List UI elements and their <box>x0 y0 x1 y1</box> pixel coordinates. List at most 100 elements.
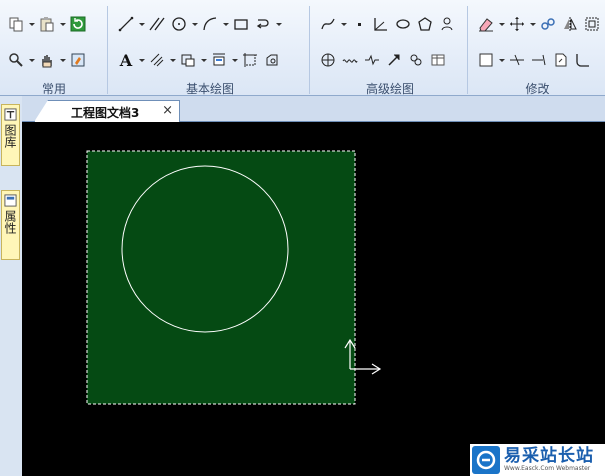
hatch-dropdown[interactable] <box>169 50 176 70</box>
move-button[interactable] <box>507 14 527 34</box>
move-dropdown[interactable] <box>529 14 536 34</box>
paste-dropdown[interactable] <box>59 14 66 34</box>
pattern-icon <box>321 53 335 67</box>
array-button[interactable] <box>476 50 496 70</box>
user-symbol-button[interactable] <box>437 14 457 34</box>
polygon-icon <box>418 17 432 31</box>
refresh-button[interactable] <box>68 14 88 34</box>
circle-dropdown[interactable] <box>191 14 198 34</box>
table-button[interactable] <box>428 50 448 70</box>
curve-arrow-icon <box>256 19 269 29</box>
shape-button[interactable] <box>262 50 282 70</box>
trim-button[interactable] <box>507 50 527 70</box>
break-line-button[interactable] <box>362 50 382 70</box>
ellipse-button[interactable] <box>393 14 413 34</box>
fillet-button[interactable] <box>573 50 593 70</box>
rectangle-button[interactable] <box>231 14 251 34</box>
text-button[interactable]: A <box>116 50 136 70</box>
scale-icon <box>585 17 599 31</box>
group-label-advanced-draw: 高级绘图 <box>365 82 414 96</box>
dimension-icon <box>213 53 225 66</box>
line-button[interactable] <box>116 14 136 34</box>
array-icon <box>479 53 493 67</box>
refresh-icon <box>70 16 86 32</box>
tab-document[interactable]: 工程图文档3 × <box>34 100 180 122</box>
parallel-lines-icon <box>149 17 165 31</box>
circle-icon <box>172 17 186 31</box>
extend-icon <box>532 54 546 66</box>
angle-icon <box>374 18 387 31</box>
wave-button[interactable] <box>340 50 360 70</box>
close-tab-icon[interactable]: × <box>162 103 173 118</box>
drawing-area[interactable] <box>22 122 605 476</box>
polyline-button[interactable] <box>253 14 273 34</box>
delete-dropdown[interactable] <box>498 14 505 34</box>
zoom-button[interactable] <box>6 50 26 70</box>
side-tab-properties[interactable]: 属性 <box>1 190 20 260</box>
hatch-button[interactable] <box>147 50 167 70</box>
link-icon <box>541 18 555 30</box>
ribbon-group-basic-draw: A 基本绘图 <box>110 4 310 96</box>
extend-button[interactable] <box>529 50 549 70</box>
hatch-icon <box>150 53 164 67</box>
parallel-line-button[interactable] <box>147 14 167 34</box>
hand-icon <box>42 55 52 68</box>
eraser-icon <box>479 18 493 32</box>
shape-icon <box>266 54 278 66</box>
magnifier-icon <box>9 53 23 67</box>
angle-line-button[interactable] <box>371 14 391 34</box>
line-icon <box>118 16 134 32</box>
break-line-icon <box>365 54 379 66</box>
dimension-button[interactable] <box>209 50 229 70</box>
pattern-button[interactable] <box>318 50 338 70</box>
spring-button[interactable] <box>406 50 426 70</box>
dimension-dropdown[interactable] <box>231 50 238 70</box>
properties-button[interactable] <box>68 50 88 70</box>
region-button[interactable] <box>240 50 260 70</box>
line-dropdown[interactable] <box>138 14 145 34</box>
arrow-icon <box>388 54 400 66</box>
trim-icon <box>510 54 524 66</box>
arc-button[interactable] <box>200 14 220 34</box>
region-icon <box>243 53 257 67</box>
side-tab-properties-label: 属性 <box>3 210 17 234</box>
mirror-button[interactable] <box>560 14 580 34</box>
circle-button[interactable] <box>169 14 189 34</box>
fillet-icon <box>576 54 589 67</box>
ribbon-group-advanced-draw: 高级绘图 <box>312 4 468 96</box>
side-tab-library[interactable]: 图库 <box>1 104 20 166</box>
arc-icon <box>203 17 217 31</box>
zoom-dropdown[interactable] <box>28 50 35 70</box>
array-dropdown[interactable] <box>498 50 505 70</box>
watermark-title: 易采站长站 <box>504 446 594 466</box>
library-icon <box>4 108 17 121</box>
point-button[interactable] <box>349 14 369 34</box>
copy-transform-button[interactable] <box>538 14 558 34</box>
mirror-icon <box>564 17 577 31</box>
drawing-canvas[interactable] <box>22 122 605 476</box>
arrow-button[interactable] <box>384 50 404 70</box>
copy-button[interactable] <box>6 14 26 34</box>
scale-button[interactable] <box>582 14 602 34</box>
polyline-dropdown[interactable] <box>275 14 282 34</box>
arc-dropdown[interactable] <box>222 14 229 34</box>
paste-button[interactable] <box>37 14 57 34</box>
spline-dropdown[interactable] <box>340 14 347 34</box>
block-dropdown[interactable] <box>200 50 207 70</box>
spline-button[interactable] <box>318 14 338 34</box>
spline-icon <box>321 18 335 30</box>
delete-button[interactable] <box>476 14 496 34</box>
text-dropdown[interactable] <box>138 50 145 70</box>
polygon-button[interactable] <box>415 14 435 34</box>
pan-dropdown[interactable] <box>59 50 66 70</box>
break-button[interactable] <box>551 50 571 70</box>
group-label-basic-draw: 基本绘图 <box>185 82 234 96</box>
copy-icon <box>9 17 23 32</box>
wave-icon <box>342 59 358 63</box>
move-icon <box>510 17 524 31</box>
pan-button[interactable] <box>37 50 57 70</box>
block-button[interactable] <box>178 50 198 70</box>
group-label-common: 常用 <box>41 82 66 96</box>
site-watermark: 易采站长站 Www.Easck.Com Webmaster <box>470 444 605 476</box>
copy-dropdown[interactable] <box>28 14 35 34</box>
